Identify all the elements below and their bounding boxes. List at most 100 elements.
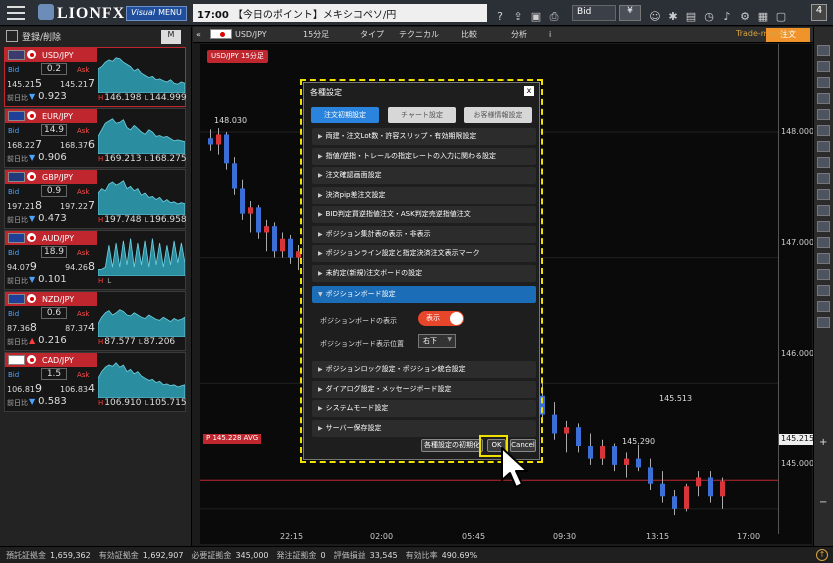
- settings-icon[interactable]: ⚙: [738, 10, 752, 24]
- close-icon[interactable]: x: [524, 86, 534, 96]
- candle-body: [288, 238, 293, 258]
- bid-price[interactable]: 145.215: [7, 77, 42, 90]
- hline-tool-icon[interactable]: [817, 125, 830, 136]
- position-board-show-toggle[interactable]: 表示: [418, 311, 464, 326]
- tab-order-settings[interactable]: 注文初期設定: [311, 107, 379, 123]
- zoom-out-icon[interactable]: −: [819, 497, 827, 508]
- collapsed-arrow-icon: ▶: [318, 269, 323, 277]
- news-icon[interactable]: ▤: [684, 10, 698, 24]
- sparkline-area: [98, 118, 185, 154]
- chart-pair-select[interactable]: USD/JPY: [210, 29, 267, 41]
- rate-card[interactable]: USD/JPY Bid 0.2 Ask 145.215 145.217 前日比 …: [4, 47, 187, 107]
- type-menu[interactable]: タイプ: [360, 29, 384, 41]
- spread-value: 0.2: [41, 63, 67, 75]
- comment-tool-icon[interactable]: [817, 61, 830, 72]
- arrow-tool-icon[interactable]: [817, 237, 830, 248]
- technical-menu[interactable]: テクニカル: [399, 29, 439, 41]
- rate-card[interactable]: GBP/JPY Bid 0.9 Ask 197.218 197.227 前日比 …: [4, 169, 187, 229]
- bid-price[interactable]: 94.079: [7, 260, 37, 273]
- lock-tool-icon[interactable]: [817, 317, 830, 328]
- register-label[interactable]: 登録/削除: [22, 33, 61, 43]
- candle-body: [224, 134, 229, 164]
- rate-card[interactable]: CAD/JPY Bid 1.5 Ask 106.819 106.834 前日比 …: [4, 352, 187, 412]
- scroll-up-icon[interactable]: ↑: [816, 549, 828, 561]
- bid-price[interactable]: 87.368: [7, 321, 37, 334]
- settings-row[interactable]: ▶ BID判定買逆指値注文・ASK判定売逆指値注文: [312, 206, 536, 223]
- network-icon[interactable]: ✱: [666, 10, 680, 24]
- table-tool-icon[interactable]: [817, 93, 830, 104]
- settings-row[interactable]: ▶ ダイアログ設定・メッセージボード設定: [312, 380, 536, 398]
- chart-tool-icon[interactable]: [817, 77, 830, 88]
- ticker-time: 17:00: [197, 10, 229, 21]
- m-button[interactable]: M: [161, 30, 181, 44]
- layout-icon[interactable]: ▦: [756, 10, 770, 24]
- bid-price[interactable]: 106.819: [7, 382, 42, 395]
- vline-tool-icon[interactable]: [817, 141, 830, 152]
- rect-tool-icon[interactable]: [817, 189, 830, 200]
- rate-card[interactable]: NZD/JPY Bid 0.6 Ask 87.368 87.374 前日比 ▲ 0…: [4, 291, 186, 351]
- ask-price[interactable]: 106.834: [57, 382, 95, 395]
- compare-menu[interactable]: 比較: [461, 29, 477, 41]
- zoom-in-icon[interactable]: +: [819, 437, 827, 448]
- info-icon[interactable]: i: [549, 29, 551, 41]
- tab-chart-settings[interactable]: チャート設定: [388, 107, 456, 123]
- wave-tool-icon[interactable]: [817, 253, 830, 264]
- ask-price[interactable]: 94.268: [57, 260, 95, 273]
- export-icon[interactable]: ⇪: [511, 10, 525, 24]
- bid-price[interactable]: 168.227: [7, 138, 42, 151]
- tab-customer-settings[interactable]: お客様情報設定: [464, 107, 532, 123]
- users-icon[interactable]: ☺: [648, 10, 662, 24]
- settings-row[interactable]: ▶ 注文確認画面設定: [312, 167, 536, 184]
- ask-price[interactable]: 168.376: [57, 138, 95, 151]
- settings-row[interactable]: ▶ ポジション集計表の表示・非表示: [312, 225, 536, 243]
- x-tick: 05:45: [462, 532, 486, 541]
- low-prefix: L: [107, 277, 112, 285]
- settings-row[interactable]: ▶ 決済pip差注文設定: [312, 186, 536, 204]
- timeframe-select[interactable]: 15分足: [303, 29, 329, 41]
- circle-tool-icon[interactable]: [817, 205, 830, 216]
- rate-card[interactable]: AUD/JPY Bid 18.9 Ask 94.079 94.268 前日比 ▼…: [4, 230, 186, 290]
- bid-price[interactable]: 197.218: [7, 199, 42, 212]
- page-badge[interactable]: 4: [811, 4, 827, 21]
- bid-price-main: 94.07: [7, 263, 30, 272]
- clock-icon[interactable]: ◷: [702, 10, 716, 24]
- analysis-menu[interactable]: 分析: [511, 29, 527, 41]
- save-icon[interactable]: ▣: [529, 10, 543, 24]
- help-icon[interactable]: ?: [493, 10, 507, 24]
- toggle-knob: [450, 312, 463, 325]
- news-ticker[interactable]: 17:00 【今日のポイント】メキシコペソ/円: [193, 4, 487, 22]
- pitchfork-tool-icon[interactable]: [817, 285, 830, 296]
- ask-price[interactable]: 87.374: [57, 321, 95, 334]
- settings-row[interactable]: ▶ 未約定(新規)注文ボードの設定: [312, 264, 536, 282]
- bell-icon[interactable]: ♪: [720, 10, 734, 24]
- ask-price[interactable]: 197.227: [57, 199, 95, 212]
- trade-mode-toggle[interactable]: Trade-mode ▾: [736, 29, 790, 38]
- settings-row[interactable]: ▶ ポジションライン設定と指定決済注文表示マーク: [312, 245, 536, 262]
- register-icon[interactable]: [6, 30, 18, 42]
- hamburger-menu-icon[interactable]: [7, 6, 25, 20]
- eraser-tool-icon[interactable]: [817, 301, 830, 312]
- settings-row[interactable]: ▶ ポジションロック設定・ポジション統合設定: [312, 361, 536, 378]
- ask-price[interactable]: 145.217: [57, 77, 95, 90]
- position-board-position-select[interactable]: 右下 ▼: [418, 334, 456, 348]
- settings-row[interactable]: ▶ システムモード設定: [312, 400, 536, 418]
- currency-button[interactable]: ¥: [619, 5, 641, 21]
- print-icon[interactable]: ⎙: [547, 10, 561, 24]
- visual-menu-button[interactable]: Visual MENU: [126, 6, 187, 21]
- rate-card[interactable]: EUR/JPY Bid 14.9 Ask 168.227 168.376 前日比…: [4, 108, 187, 168]
- window-icon[interactable]: ▢: [774, 10, 788, 24]
- bid-ask-select[interactable]: Bid: [572, 5, 616, 21]
- reset-settings-button[interactable]: 各種設定の初期化: [421, 439, 483, 452]
- line-tool-icon[interactable]: [817, 109, 830, 120]
- channel-tool-icon[interactable]: [817, 157, 830, 168]
- settings-row[interactable]: ▶ 両建・注文Lot数・許容スリップ・有効期限設定: [312, 128, 536, 145]
- settings-row[interactable]: ▶ 指値/逆指・トレールの指定レートの入力に関わる設定: [312, 147, 536, 165]
- gann-tool-icon[interactable]: [817, 269, 830, 280]
- settings-row[interactable]: ▼ ポジションボード設定: [312, 286, 536, 303]
- chart-nav-icon[interactable]: «: [196, 29, 201, 41]
- fibonacci-tool-icon[interactable]: [817, 173, 830, 184]
- bid-price-last: 8: [29, 321, 37, 334]
- current-price-tag: 145.215: [779, 434, 817, 445]
- cursor-tool-icon[interactable]: [817, 45, 830, 56]
- text-tool-icon[interactable]: [817, 221, 830, 232]
